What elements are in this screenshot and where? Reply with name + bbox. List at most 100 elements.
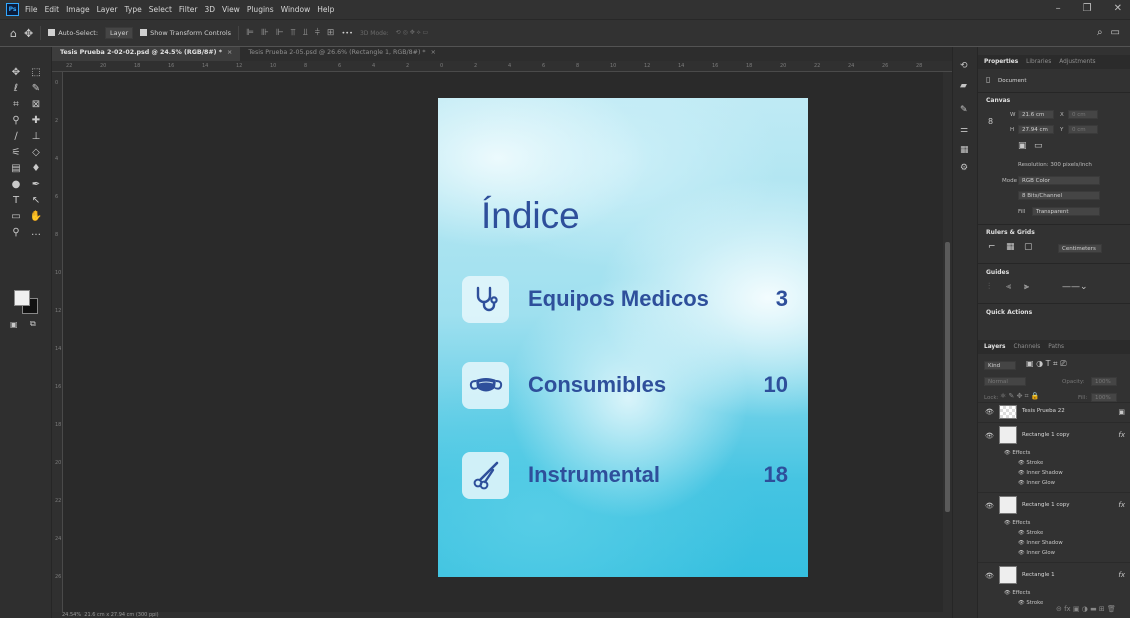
menu-image[interactable]: Image	[66, 5, 90, 14]
ruler-vertical[interactable]: 0 2 4 6 8 10 12 14 16 18 20 22 24 26	[52, 72, 63, 612]
menu-filter[interactable]: Filter	[179, 5, 198, 14]
visibility-eye-icon[interactable]: 👁	[985, 502, 994, 510]
y-field[interactable]: 0 cm	[1068, 125, 1098, 134]
menu-edit[interactable]: Edit	[45, 5, 60, 14]
link-icon[interactable]: 8	[988, 117, 993, 126]
close-tab-icon[interactable]: ×	[431, 49, 436, 56]
tab-channels[interactable]: Channels	[1013, 344, 1040, 350]
quick-mask-icon[interactable]: ▣	[10, 317, 18, 331]
layer-fx-icon[interactable]: fx	[1118, 431, 1125, 439]
menu-file[interactable]: File	[25, 5, 38, 14]
menu-plugins[interactable]: Plugins	[247, 5, 274, 14]
healing-icon[interactable]: ✚	[26, 113, 46, 127]
visibility-eye-icon[interactable]: 👁	[985, 432, 994, 440]
align-right-icon[interactable]: ⊩	[276, 28, 284, 38]
move-icon[interactable]: ✥	[6, 65, 26, 79]
history-icon[interactable]: ⟲	[960, 61, 968, 71]
maximize-button[interactable]: ❐	[1083, 3, 1092, 14]
fill-opacity-field[interactable]: 100%	[1091, 393, 1117, 402]
tab-adjustments[interactable]: Adjustments	[1059, 59, 1095, 65]
foreground-color-swatch[interactable]	[14, 290, 30, 306]
move-tool-icon[interactable]: ✥	[24, 27, 33, 40]
more-tools-icon[interactable]: …	[26, 225, 46, 239]
zoom-level[interactable]: 24.54%	[62, 612, 81, 618]
effect-item[interactable]: 👁 Inner Glow	[1018, 550, 1055, 556]
blend-mode-dropdown[interactable]: Normal	[984, 377, 1026, 386]
path-select-icon[interactable]: ↖	[26, 193, 46, 207]
effect-item[interactable]: 👁 Inner Glow	[1018, 480, 1055, 486]
close-button[interactable]: ✕	[1114, 3, 1122, 14]
3d-icon[interactable]: ⚙	[960, 163, 968, 173]
tab-libraries[interactable]: Libraries	[1026, 59, 1051, 65]
marquee-icon[interactable]: ⬚	[26, 65, 46, 79]
tab-properties[interactable]: Properties	[984, 59, 1018, 65]
layer-actions-bar[interactable]: ⊝ fx ▣ ◑ ▬ ⊞ 🗑	[1056, 605, 1116, 613]
quick-actions-header[interactable]: Quick Actions	[986, 309, 1032, 316]
brush-icon[interactable]: ∕	[6, 129, 26, 143]
layer-name[interactable]: Tesis Prueba 22	[1022, 408, 1065, 414]
quick-select-icon[interactable]: ✎	[26, 81, 46, 95]
3d-orbit-icon[interactable]: ⟲ ◎ ✥ ⟡ ▭	[396, 29, 429, 37]
dodge-icon[interactable]: ●	[6, 177, 26, 191]
layer-name[interactable]: Rectangle 1 copy	[1022, 502, 1070, 508]
screen-mode-icon[interactable]: ⧉	[30, 317, 36, 331]
portrait-orientation-icon[interactable]: ▣	[1018, 141, 1027, 151]
lock-icons[interactable]: ⚛ ✎ ✥ ⌗ 🔒	[1000, 392, 1040, 401]
effect-item[interactable]: 👁 Inner Shadow	[1018, 540, 1063, 546]
smart-guide-icon[interactable]: ⫸	[1024, 282, 1029, 292]
tab-document-2[interactable]: Tesis Prueba 2-05.psd @ 26.6% (Rectangle…	[240, 47, 444, 61]
align-top-icon[interactable]: ⫪	[291, 28, 296, 38]
kind-filter-dropdown[interactable]: Kind	[984, 361, 1016, 370]
menu-layer[interactable]: Layer	[97, 5, 118, 14]
align-left-icon[interactable]: ⊫	[246, 28, 254, 38]
document-canvas[interactable]: Índice Equipos Medicos 3 Consumibles 10 …	[438, 98, 808, 577]
bit-depth-dropdown[interactable]: 8 Bits/Channel	[1018, 191, 1100, 200]
brush-settings-icon[interactable]: ✎	[960, 105, 968, 115]
width-field[interactable]: 21.6 cm	[1018, 110, 1054, 119]
pen-icon[interactable]: ✒	[26, 177, 46, 191]
effects-label[interactable]: 👁 Effects	[1004, 520, 1030, 526]
tab-paths[interactable]: Paths	[1048, 344, 1064, 350]
menu-help[interactable]: Help	[317, 5, 334, 14]
align-middle-icon[interactable]: ⫫	[303, 28, 308, 38]
blur-icon[interactable]: ♦	[26, 161, 46, 175]
layer-fx-icon[interactable]: fx	[1118, 501, 1125, 509]
fill-dropdown[interactable]: Transparent	[1032, 207, 1100, 216]
visibility-eye-icon[interactable]: 👁	[985, 572, 994, 580]
pixel-grid-icon[interactable]: ▢	[1024, 242, 1033, 252]
more-options-icon[interactable]: •••	[341, 29, 353, 37]
guide-icon[interactable]: ⫶	[988, 282, 990, 292]
height-field[interactable]: 27.94 cm	[1018, 125, 1054, 134]
stamp-icon[interactable]: ⊥	[26, 129, 46, 143]
align-bottom-icon[interactable]: ⫩	[315, 28, 320, 38]
gradient-icon[interactable]: ▤	[6, 161, 26, 175]
landscape-orientation-icon[interactable]: ▭	[1034, 141, 1043, 151]
visibility-eye-icon[interactable]: 👁	[985, 408, 994, 416]
effect-item[interactable]: 👁 Inner Shadow	[1018, 470, 1063, 476]
workspace-icon[interactable]: ▭	[1111, 27, 1120, 38]
layer-row[interactable]: 👁 Rectangle 1 copy fx	[978, 422, 1130, 448]
lasso-icon[interactable]: ℓ	[6, 81, 26, 95]
auto-select-checkbox[interactable]: Auto-Select:	[48, 29, 98, 37]
menu-window[interactable]: Window	[281, 5, 311, 14]
crop-icon[interactable]: ⌗	[6, 97, 26, 111]
mode-dropdown[interactable]: RGB Color	[1018, 176, 1100, 185]
swatches-icon[interactable]: ▦	[960, 145, 969, 155]
history-brush-icon[interactable]: ⚟	[6, 145, 26, 159]
comments-icon[interactable]: ▰	[960, 81, 967, 91]
search-icon[interactable]: ⌕	[1097, 27, 1103, 38]
auto-select-dropdown[interactable]: Layer	[105, 27, 134, 39]
grid-icon[interactable]: ▦	[1006, 242, 1015, 252]
units-dropdown[interactable]: Centimeters	[1058, 244, 1102, 253]
eraser-icon[interactable]: ◇	[26, 145, 46, 159]
close-tab-icon[interactable]: ×	[227, 49, 232, 56]
layer-row[interactable]: 👁 Rectangle 1 copy fx	[978, 492, 1130, 518]
ruler-horizontal[interactable]: 22 20 18 16 14 12 10 8 6 4 2 0 2 4 6 8 10 12 14 16 18 20 22 24 2…	[52, 61, 952, 72]
align-center-icon[interactable]: ⊪	[261, 28, 269, 38]
tab-layers[interactable]: Layers	[984, 344, 1005, 350]
effects-label[interactable]: 👁 Effects	[1004, 450, 1030, 456]
shape-icon[interactable]: ▭	[6, 209, 26, 223]
minimize-button[interactable]: –	[1056, 3, 1061, 14]
layer-filter-icons[interactable]: ▣ ◑ T ⌗ ⎚	[1026, 359, 1067, 369]
tab-document-1[interactable]: Tesis Prueba 2-02-02.psd @ 24.5% (RGB/8#…	[52, 47, 241, 61]
